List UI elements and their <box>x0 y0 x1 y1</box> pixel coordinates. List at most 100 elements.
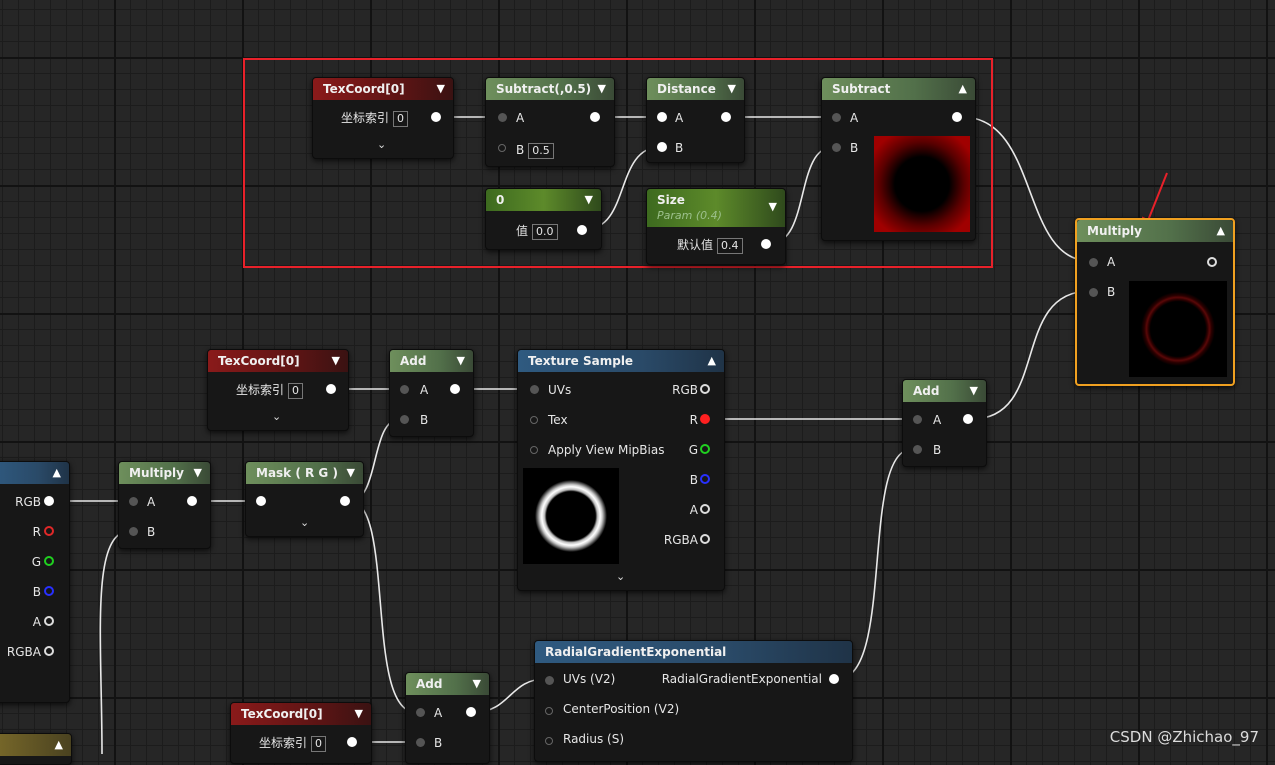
chevron-down-icon[interactable]: ▼ <box>473 673 481 695</box>
partial-node[interactable]: ▲ <box>0 733 72 765</box>
chevron-down-icon[interactable]: ▼ <box>457 350 465 372</box>
size-param-node[interactable]: Size Param (0.4) ▼ 默认值 0.4 <box>646 188 786 265</box>
input-pin-b[interactable] <box>913 445 922 454</box>
texcoord-node[interactable]: TexCoord[0] ▼ 坐标索引 0 <box>230 702 372 764</box>
chevron-up-icon[interactable]: ▲ <box>1217 220 1225 242</box>
output-pin[interactable] <box>721 112 731 122</box>
output-pin[interactable] <box>590 112 600 122</box>
chevron-down-icon[interactable]: ▼ <box>585 189 593 211</box>
chevron-down-icon[interactable]: ▼ <box>769 198 777 216</box>
param-value-input[interactable]: 0 <box>288 383 304 399</box>
radial-gradient-node[interactable]: RadialGradientExponential UVs (V2) Cente… <box>534 640 853 762</box>
output-pin[interactable] <box>577 225 587 235</box>
partial-texture-node[interactable]: ▲ RGB R G B A RGBA <box>0 461 70 703</box>
input-pin[interactable] <box>256 496 266 506</box>
texcoord-node[interactable]: TexCoord[0] ▼ 坐标索引 0 ⌄ <box>312 77 454 159</box>
output-pin[interactable] <box>761 239 771 249</box>
input-pin-b[interactable] <box>498 144 506 152</box>
add-node[interactable]: Add ▼ A B <box>405 672 490 764</box>
chevron-up-icon[interactable]: ▲ <box>53 462 61 484</box>
output-pin[interactable] <box>347 737 357 747</box>
node-title: Add <box>416 677 443 691</box>
output-pin-rgba[interactable] <box>44 646 54 656</box>
input-pin-b[interactable] <box>832 143 841 152</box>
param-value-input[interactable]: 0 <box>311 736 327 752</box>
output-pin-g[interactable] <box>44 556 54 566</box>
chevron-down-icon[interactable]: ⌄ <box>272 410 281 423</box>
input-pin-tex[interactable] <box>530 416 538 424</box>
chevron-down-icon[interactable]: ▼ <box>332 350 340 372</box>
distance-node[interactable]: Distance ▼ A B <box>646 77 745 163</box>
chevron-down-icon[interactable]: ▼ <box>437 78 445 100</box>
chevron-down-icon[interactable]: ⌄ <box>377 138 386 151</box>
multiply-node[interactable]: Multiply ▼ A B <box>118 461 211 549</box>
chevron-down-icon[interactable]: ▼ <box>598 78 606 100</box>
texcoord-node[interactable]: TexCoord[0] ▼ 坐标索引 0 ⌄ <box>207 349 349 431</box>
output-pin[interactable] <box>326 384 336 394</box>
constant-node[interactable]: 0 ▼ 值 0.0 <box>485 188 602 250</box>
input-pin-a[interactable] <box>1089 258 1098 267</box>
subtract-node[interactable]: Subtract ▲ A B <box>821 77 976 241</box>
input-pin-a[interactable] <box>832 113 841 122</box>
input-pin-a[interactable] <box>498 113 507 122</box>
chevron-down-icon[interactable]: ▼ <box>194 462 202 484</box>
output-pin[interactable] <box>431 112 441 122</box>
input-pin-b[interactable] <box>416 738 425 747</box>
output-pin[interactable] <box>963 414 973 424</box>
chevron-down-icon[interactable]: ⌄ <box>616 570 625 583</box>
chevron-down-icon[interactable]: ⌄ <box>300 516 309 529</box>
output-pin-a[interactable] <box>44 616 54 626</box>
chevron-down-icon[interactable]: ▼ <box>728 78 736 100</box>
param-value-input[interactable]: 0.4 <box>717 238 743 254</box>
input-pin-b[interactable] <box>129 527 138 536</box>
chevron-up-icon[interactable]: ▲ <box>959 78 967 100</box>
chevron-up-icon[interactable]: ▲ <box>708 350 716 372</box>
param-value-input[interactable]: 0 <box>393 111 409 127</box>
param-value-input[interactable]: 0.0 <box>532 224 558 240</box>
input-pin-uvs[interactable] <box>530 385 539 394</box>
input-pin-a[interactable] <box>129 497 138 506</box>
pin-label: A <box>850 111 859 125</box>
input-pin-a[interactable] <box>416 708 425 717</box>
chevron-up-icon[interactable]: ▲ <box>55 734 63 756</box>
add-node[interactable]: Add ▼ A B <box>902 379 987 467</box>
b-value-input[interactable]: 0.5 <box>528 143 554 159</box>
input-pin-center[interactable] <box>545 707 553 715</box>
input-pin-a[interactable] <box>913 415 922 424</box>
multiply-node-selected[interactable]: Multiply ▲ A B <box>1075 218 1235 386</box>
chevron-down-icon[interactable]: ▼ <box>355 703 363 725</box>
input-pin-mipbias[interactable] <box>530 446 538 454</box>
output-pin[interactable] <box>187 496 197 506</box>
output-pin-a[interactable] <box>700 504 710 514</box>
input-pin-b[interactable] <box>657 142 667 152</box>
output-pin[interactable] <box>1207 257 1217 267</box>
subtract-half-node[interactable]: Subtract(,0.5) ▼ A B 0.5 <box>485 77 615 167</box>
coordinate-index-row: 坐标索引 0 <box>259 733 327 753</box>
output-pin-rgb[interactable] <box>44 496 54 506</box>
input-pin-a[interactable] <box>400 385 409 394</box>
output-pin-r[interactable] <box>44 526 54 536</box>
node-title: Subtract(,0.5) <box>496 82 592 96</box>
output-pin[interactable] <box>450 384 460 394</box>
input-pin-a[interactable] <box>657 112 667 122</box>
output-pin-rgb[interactable] <box>700 384 710 394</box>
input-pin-uvs[interactable] <box>545 676 554 685</box>
chevron-down-icon[interactable]: ▼ <box>970 380 978 402</box>
output-pin[interactable] <box>340 496 350 506</box>
input-pin-b[interactable] <box>400 415 409 424</box>
add-node[interactable]: Add ▼ A B <box>389 349 474 437</box>
output-pin[interactable] <box>829 674 839 684</box>
output-pin-rgba[interactable] <box>700 534 710 544</box>
chevron-down-icon[interactable]: ▼ <box>347 462 355 484</box>
output-pin-g[interactable] <box>700 444 710 454</box>
input-pin-radius[interactable] <box>545 737 553 745</box>
texture-sample-node[interactable]: Texture Sample ▲ UVs Tex Apply View MipBi… <box>517 349 725 591</box>
node-header: Subtract ▲ <box>822 78 975 100</box>
output-pin[interactable] <box>466 707 476 717</box>
output-pin[interactable] <box>952 112 962 122</box>
output-pin-b[interactable] <box>700 474 710 484</box>
input-pin-b[interactable] <box>1089 288 1098 297</box>
output-pin-b[interactable] <box>44 586 54 596</box>
mask-node[interactable]: Mask ( R G ) ▼ ⌄ <box>245 461 364 537</box>
output-pin-r[interactable] <box>700 414 710 424</box>
